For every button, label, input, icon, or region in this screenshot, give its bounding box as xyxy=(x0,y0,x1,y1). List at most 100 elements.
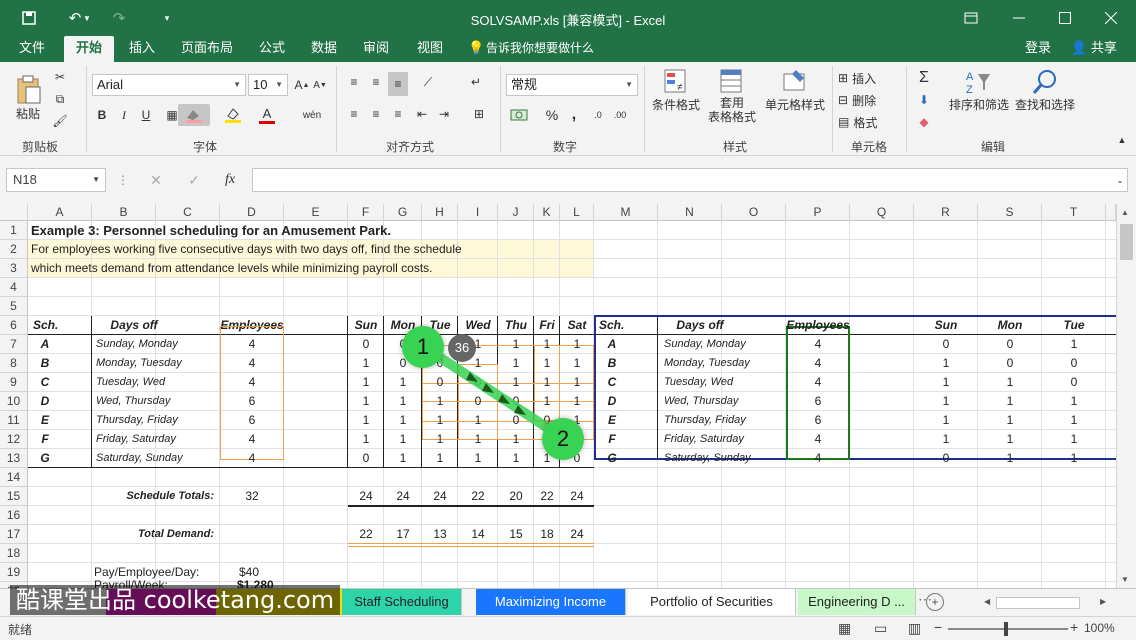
maximize-icon[interactable] xyxy=(1050,6,1080,30)
increase-decimal-icon[interactable]: .0 xyxy=(588,104,608,126)
currency-icon[interactable] xyxy=(508,104,532,126)
share-button[interactable]: 👤 共享 xyxy=(1064,36,1124,62)
insert-function-icon[interactable]: fx xyxy=(218,170,242,190)
add-sheet-icon[interactable]: + xyxy=(926,593,944,611)
merge-center-icon[interactable]: ⊞ xyxy=(466,104,492,124)
font-name-combo[interactable]: Arial ▼ xyxy=(92,74,246,96)
tab-file[interactable]: 文件 xyxy=(10,36,54,62)
font-size-combo[interactable]: 10 ▼ xyxy=(248,74,288,96)
page-break-view-icon[interactable]: ▥ xyxy=(908,620,921,637)
cell-styles-label: 单元格样式 xyxy=(764,98,825,112)
tab-review[interactable]: 审阅 xyxy=(356,36,396,62)
zoom-slider[interactable] xyxy=(948,628,1068,630)
tab-page-layout[interactable]: 页面布局 xyxy=(172,36,242,62)
scroll-down-icon[interactable]: ▼ xyxy=(1121,575,1129,584)
share-label: 共享 xyxy=(1090,40,1117,55)
vertical-scrollbar[interactable]: ▲ ▼ xyxy=(1116,204,1136,588)
separator xyxy=(86,66,87,152)
sheet-tab[interactable]: Portfolio of Securities xyxy=(628,589,796,615)
sheet-tab[interactable]: Staff Scheduling xyxy=(342,589,462,615)
format-cells-button[interactable]: ▤ 格式 xyxy=(838,112,902,132)
decrease-decimal-icon[interactable]: .00 xyxy=(610,104,630,126)
zoom-thumb[interactable] xyxy=(1004,622,1008,636)
expand-formula-icon[interactable]: ⌄ xyxy=(1112,170,1128,190)
sheet-tab[interactable]: Engineering D ... xyxy=(798,589,916,615)
worksheet-grid[interactable]: A B C D E F G H I J K L M N O P Q R S T … xyxy=(0,204,1116,588)
autosum-icon[interactable]: Σ xyxy=(912,68,936,88)
fill-icon[interactable]: ⬇ xyxy=(912,90,936,110)
italic-button[interactable]: I xyxy=(116,104,132,126)
scroll-thumb[interactable] xyxy=(1120,224,1133,260)
enter-icon[interactable]: ✓ xyxy=(184,170,204,190)
collapse-ribbon-icon[interactable]: ▲ xyxy=(1114,132,1130,148)
bold-button[interactable]: B xyxy=(94,104,110,126)
tab-view[interactable]: 视图 xyxy=(410,36,450,62)
phonetic-icon[interactable]: wén xyxy=(300,104,324,126)
align-bottom-icon[interactable]: ≡ xyxy=(388,72,408,96)
name-box[interactable]: N18 ▼ xyxy=(6,168,106,192)
cell-styles-button[interactable]: 单元格样式 xyxy=(762,68,828,128)
tab-home[interactable]: 开始 xyxy=(64,36,114,62)
decrease-indent-icon[interactable]: ⇤ xyxy=(412,104,432,124)
align-right-icon[interactable]: ≡ xyxy=(388,104,408,124)
ribbon-display-icon[interactable] xyxy=(956,6,986,30)
format-painter-icon[interactable]: 🖌 xyxy=(50,112,70,130)
align-left-icon[interactable]: ≡ xyxy=(344,104,364,124)
copy-icon[interactable]: ⧉ xyxy=(50,90,70,108)
login-link[interactable]: 登录 xyxy=(1016,36,1060,62)
minimize-icon[interactable] xyxy=(1004,6,1034,30)
scroll-up-icon[interactable]: ▲ xyxy=(1121,208,1129,217)
page-layout-view-icon[interactable]: ▭ xyxy=(874,620,887,637)
increase-indent-icon[interactable]: ⇥ xyxy=(434,104,454,124)
normal-view-icon[interactable]: ▦ xyxy=(838,620,851,637)
format-as-table-label: 套用 表格格式 xyxy=(707,96,756,124)
sheet-tab[interactable]: Maximizing Income xyxy=(476,589,626,615)
sort-filter-button[interactable]: AZ 排序和筛选 xyxy=(946,68,1012,128)
step-count-badge: 36 xyxy=(448,334,476,362)
clipboard-group-label: 剪贴板 xyxy=(21,140,58,154)
cancel-icon[interactable]: ✕ xyxy=(146,170,166,190)
tab-insert[interactable]: 插入 xyxy=(122,36,162,62)
close-icon[interactable] xyxy=(1096,6,1126,30)
highlight-icon[interactable] xyxy=(222,104,244,126)
underline-button[interactable]: U xyxy=(138,104,154,126)
font-group-label: 字体 xyxy=(192,140,217,154)
find-select-button[interactable]: 查找和选择 xyxy=(1012,68,1078,128)
watermark: 酷课堂出品 coolketang.com xyxy=(10,585,341,615)
ribbon: 粘贴 ✂ ⧉ 🖌 剪贴板 Arial ▼ 10 ▼ A ▲ A ▼ B I U ▦ A … xyxy=(0,62,1136,156)
tell-me-search[interactable]: 告诉我你想要做什么 xyxy=(486,36,606,62)
increase-font-icon[interactable]: A ▲ xyxy=(294,74,310,96)
paste-button[interactable]: 粘贴 xyxy=(10,68,46,128)
comma-icon[interactable]: , xyxy=(566,104,582,126)
decrease-font-icon[interactable]: A ▼ xyxy=(312,74,328,96)
horizontal-scrollbar[interactable] xyxy=(996,597,1080,609)
align-middle-icon[interactable]: ≡ xyxy=(366,72,386,92)
hscroll-left-icon[interactable]: ◀ xyxy=(984,597,990,606)
tab-data[interactable]: 数据 xyxy=(304,36,344,62)
cells-group-label: 单元格 xyxy=(850,140,887,154)
separator xyxy=(906,66,907,152)
hscroll-right-icon[interactable]: ▶ xyxy=(1100,597,1106,606)
wrap-text-icon[interactable]: ↵ xyxy=(466,72,486,92)
zoom-in-icon[interactable]: + xyxy=(1070,619,1078,635)
title-bar: ↶ ▼ ↷ ▾ SOLVSAMP.xls [兼容模式] - Excel xyxy=(0,0,1136,36)
format-as-table-button[interactable]: 套用 表格格式 xyxy=(704,68,760,134)
zoom-level[interactable]: 100% xyxy=(1084,621,1115,635)
clear-icon[interactable]: ◆ xyxy=(912,112,936,132)
align-center-icon[interactable]: ≡ xyxy=(366,104,386,124)
insert-cells-button[interactable]: ⊞ 插入 xyxy=(838,68,902,88)
delete-cells-button[interactable]: ⊟ 删除 xyxy=(838,90,902,110)
cut-icon[interactable]: ✂ xyxy=(50,68,70,86)
conditional-format-button[interactable]: ≠ 条件格式 xyxy=(648,68,704,128)
tab-formulas[interactable]: 公式 xyxy=(252,36,292,62)
zoom-out-icon[interactable]: − xyxy=(934,619,942,635)
find-select-label: 查找和选择 xyxy=(1014,98,1075,112)
number-format-combo[interactable]: 常规 ▼ xyxy=(506,74,638,96)
orientation-icon[interactable]: ⟋ xyxy=(414,72,442,92)
formula-input[interactable] xyxy=(252,168,1128,192)
step-2-bubble: 2 xyxy=(542,418,584,460)
font-color-icon[interactable]: A xyxy=(256,104,278,126)
percent-icon[interactable]: % xyxy=(542,104,562,126)
fill-color-icon[interactable] xyxy=(178,104,210,126)
align-top-icon[interactable]: ≡ xyxy=(344,72,364,92)
